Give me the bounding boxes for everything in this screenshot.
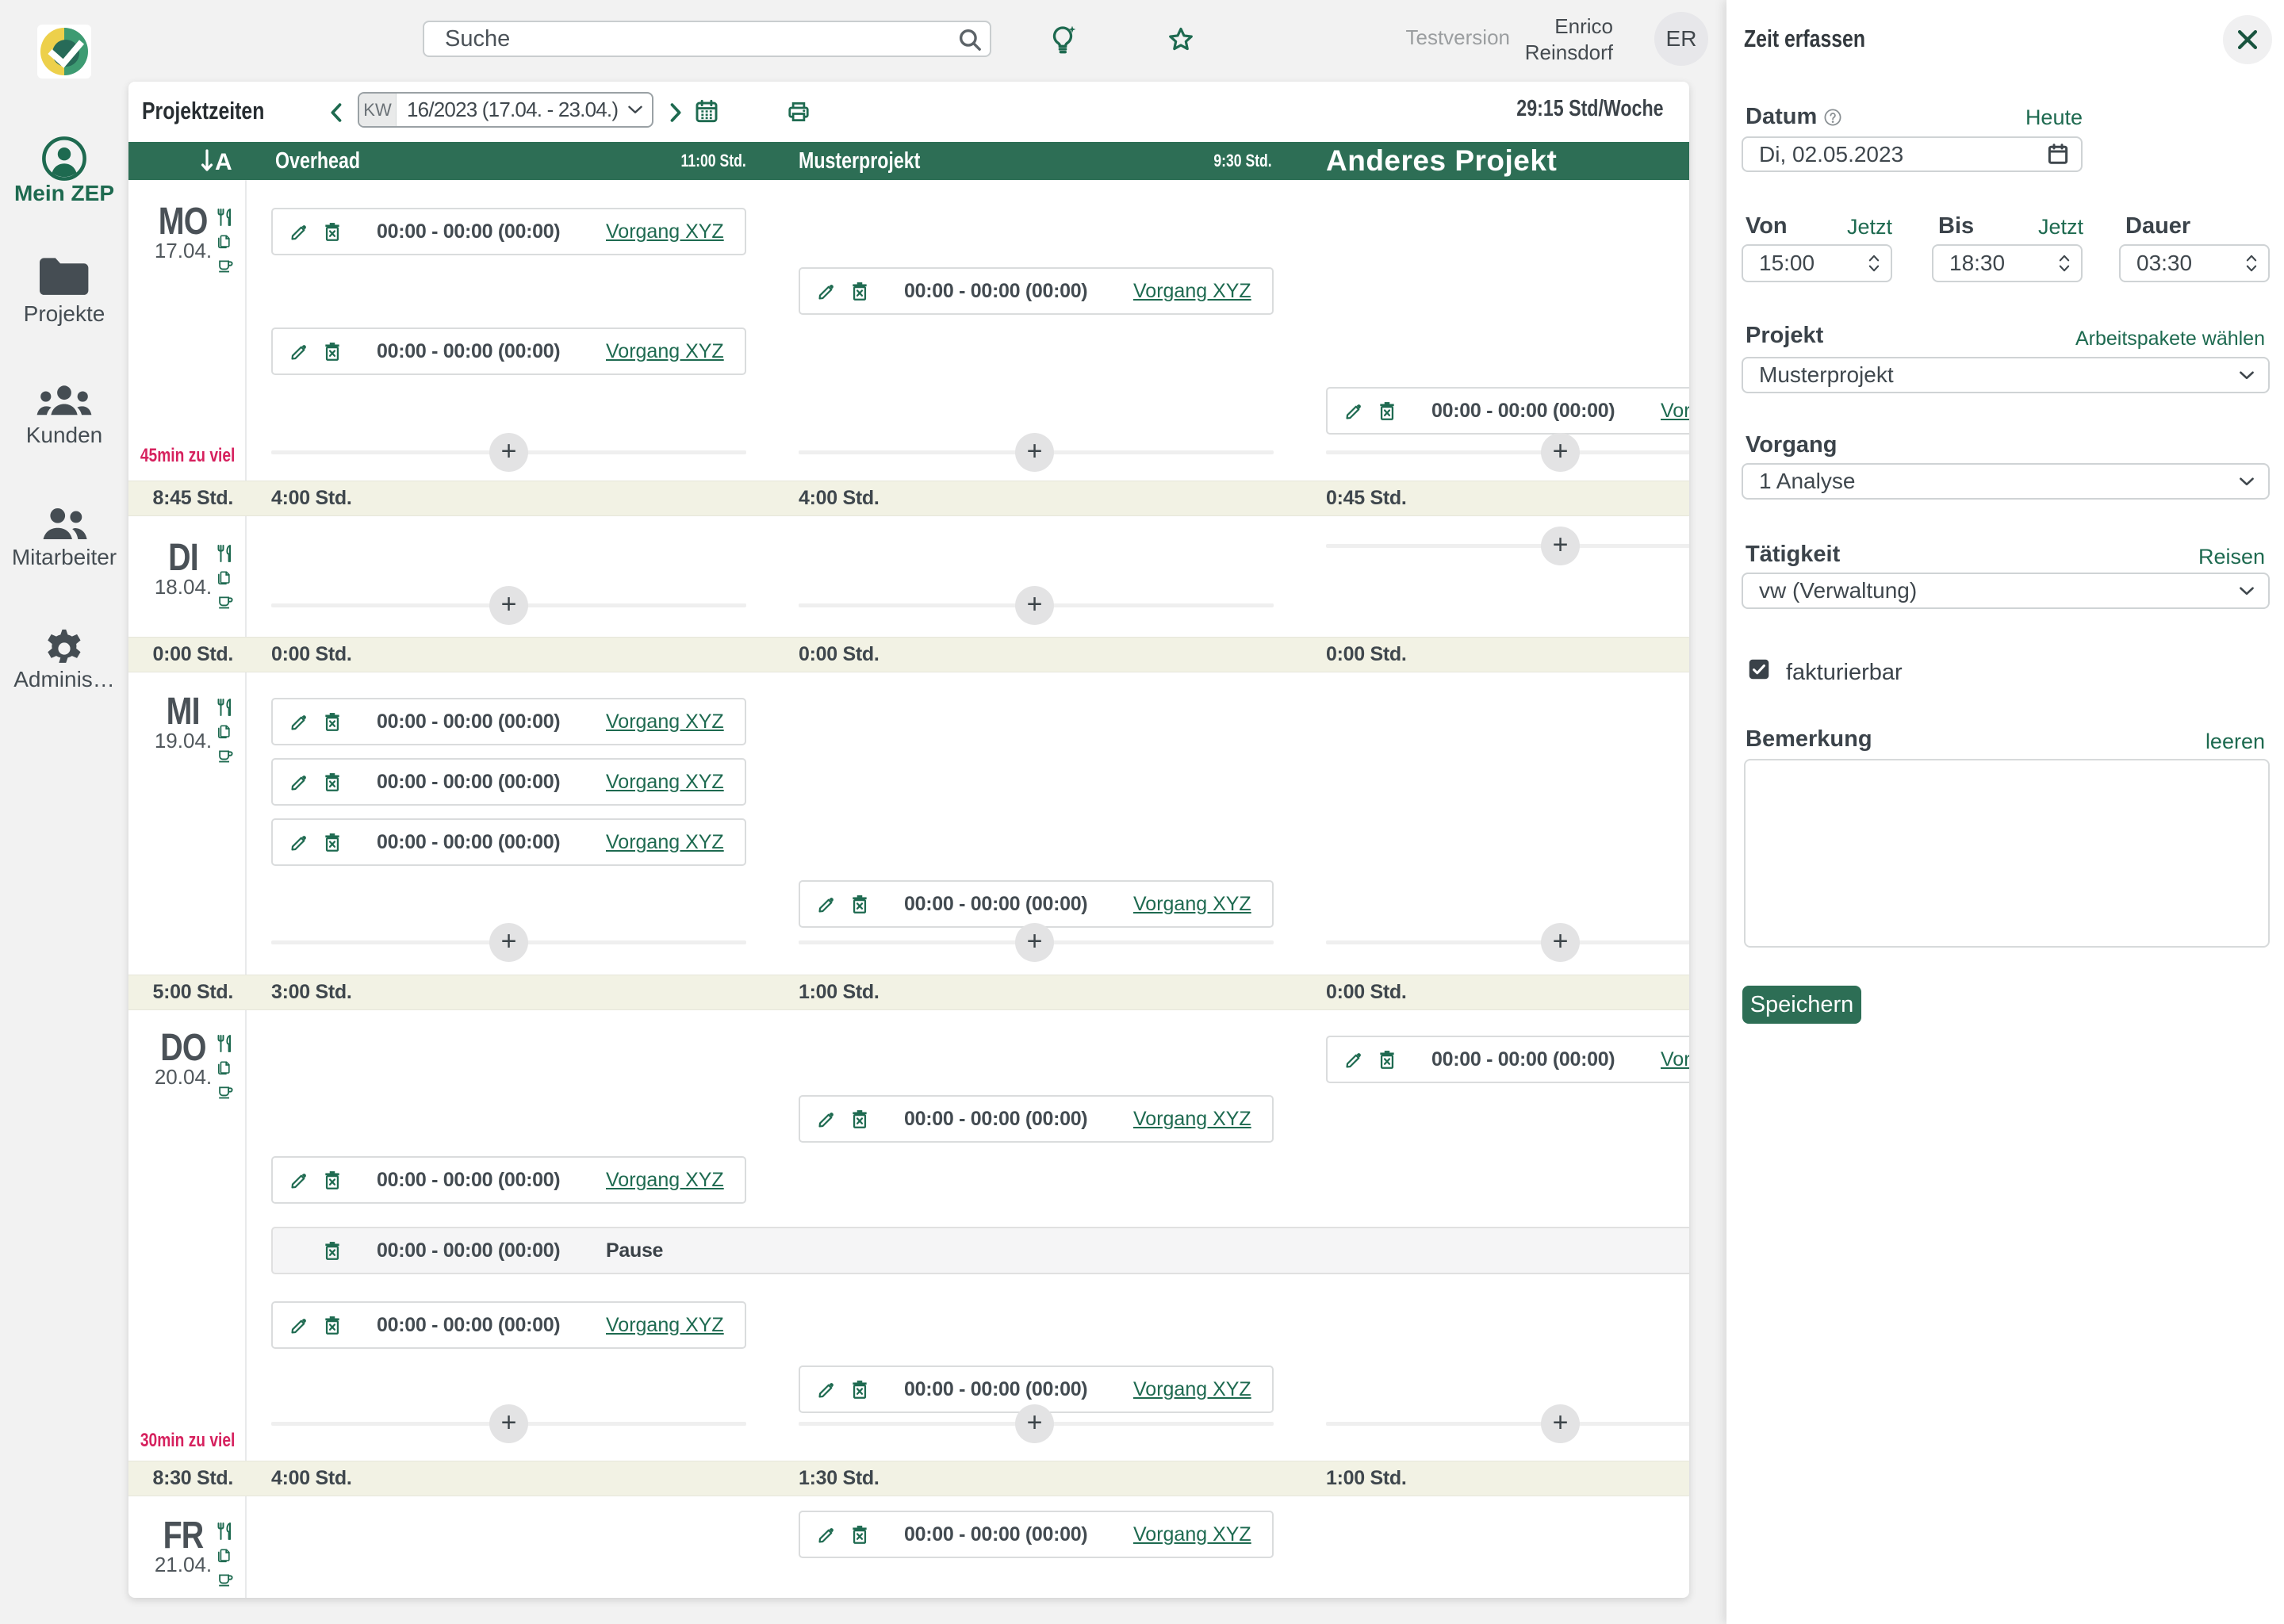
- svg-text:A: A: [215, 149, 232, 175]
